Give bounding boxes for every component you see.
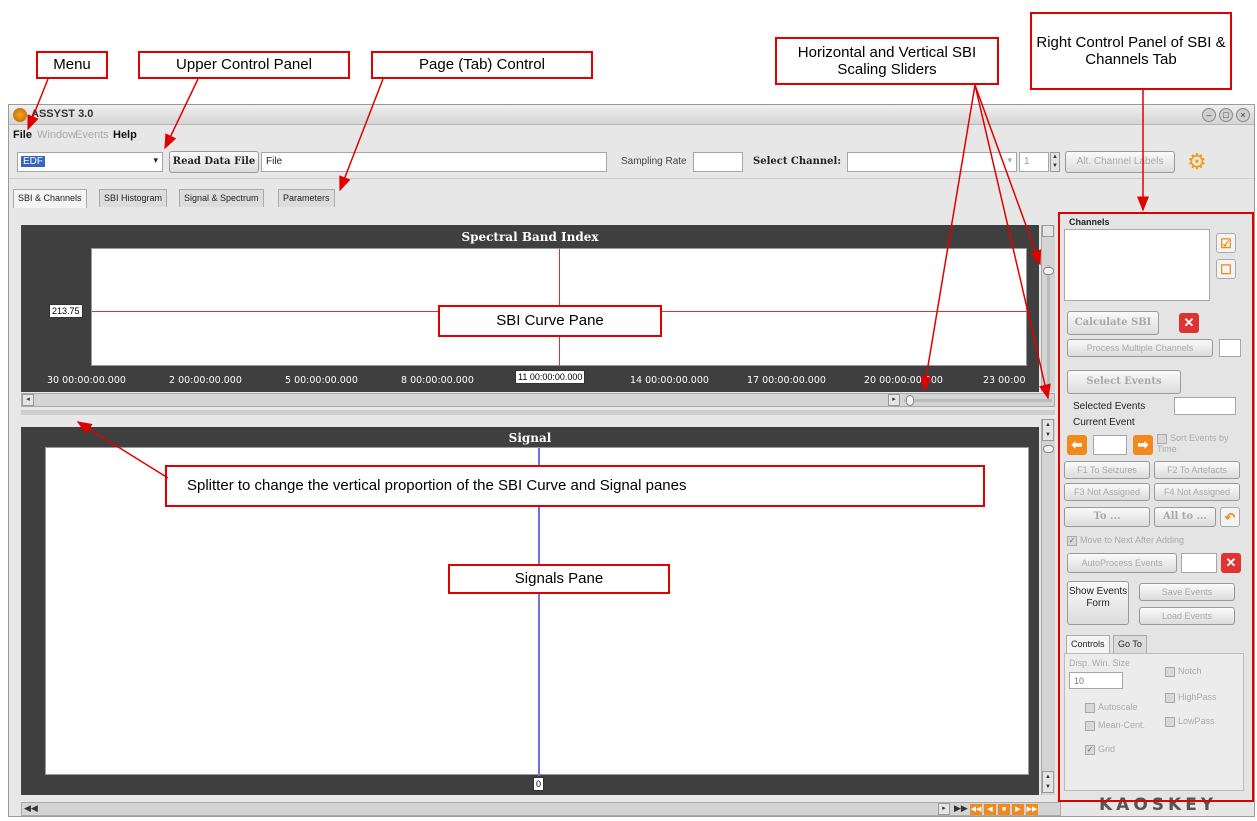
channel-stepper[interactable]: ▲ ▼	[1050, 152, 1060, 172]
channel-index-field[interactable]: 1	[1019, 152, 1049, 172]
stop-icon[interactable]: ■	[998, 804, 1010, 815]
slider-track	[1047, 265, 1050, 385]
menu-help[interactable]: Help	[113, 129, 137, 141]
scroll-left-icon[interactable]: ◂	[22, 394, 34, 406]
x-tick-label: 23 00:00	[983, 375, 1026, 386]
gear-icon[interactable]: ⚙	[1187, 151, 1207, 173]
read-data-file-button[interactable]: Read Data File	[169, 151, 259, 173]
chevron-down-icon: ▾	[153, 155, 158, 165]
first-event-icon[interactable]: ◀◀	[970, 804, 982, 815]
splitter-callout: Splitter to change the vertical proporti…	[165, 465, 985, 507]
slider-thumb[interactable]	[1043, 267, 1054, 275]
menu-file[interactable]: File	[13, 129, 32, 141]
bottom-navigation-bar[interactable]: ◀◀ ▸ ▶▶ ◀◀ ◀ ■ ▶ ▶▶	[21, 802, 1061, 816]
x-tick-label: 8 00:00:00.000	[401, 375, 474, 386]
scroll-right-icon[interactable]: ▸	[938, 803, 950, 815]
menu-window[interactable]: Window	[37, 129, 76, 141]
sbi-y-value: 213.75	[49, 304, 83, 318]
menu-callout: Menu	[36, 51, 108, 79]
pane-splitter[interactable]	[21, 410, 1055, 415]
sbi-x-value: 11 00:00:00.000	[515, 370, 586, 384]
fast-forward-icon[interactable]: ▶▶	[954, 803, 968, 814]
x-tick-label: 2 00:00:00.000	[169, 375, 242, 386]
x-tick-label: 30 00:00:00.000	[47, 375, 126, 386]
minimize-icon[interactable]: –	[1202, 108, 1216, 122]
scroll-up-icon[interactable]	[1042, 225, 1054, 237]
sbi-horizontal-scaling-slider[interactable]	[904, 399, 1052, 402]
x-tick-label: 5 00:00:00.000	[285, 375, 358, 386]
tab-sbi-channels[interactable]: SBI & Channels	[13, 189, 87, 208]
app-logo-icon	[13, 108, 27, 122]
next-event-icon[interactable]: ▶	[1012, 804, 1024, 815]
page-tab-control-callout: Page (Tab) Control	[371, 51, 593, 79]
signal-vertical-scrollbar[interactable]: ▲ ▼ ▲ ▼	[1041, 419, 1055, 795]
tab-sbi-histogram[interactable]: SBI Histogram	[99, 189, 168, 207]
window-title: ASSYST 3.0	[31, 108, 94, 120]
sampling-rate-field[interactable]	[693, 152, 743, 172]
file-path-field[interactable]: File	[261, 152, 607, 172]
channel-select[interactable]: ▾	[847, 152, 1017, 172]
tab-parameters[interactable]: Parameters	[278, 189, 335, 207]
x-tick-label: 20 00:00:00.000	[864, 375, 943, 386]
slider-thumb[interactable]	[906, 395, 914, 406]
format-value: EDF	[21, 156, 45, 167]
slider-thumb[interactable]	[1043, 445, 1054, 453]
right-panel-highlight	[1058, 212, 1254, 802]
title-bar: ASSYST 3.0 – □ ×	[9, 105, 1254, 125]
x-tick-label: 17 00:00:00.000	[747, 375, 826, 386]
scroll-right-icon[interactable]: ▸	[888, 394, 900, 406]
last-event-icon[interactable]: ▶▶	[1026, 804, 1038, 815]
upper-control-panel-callout: Upper Control Panel	[138, 51, 350, 79]
previous-event-icon[interactable]: ◀	[984, 804, 996, 815]
maximize-icon[interactable]: □	[1219, 108, 1233, 122]
select-channel-label: Select Channel:	[753, 156, 842, 167]
signal-stepper-down[interactable]: ▲ ▼	[1042, 771, 1054, 793]
signal-x-value: 0	[533, 777, 545, 791]
tab-signal-spectrum[interactable]: Signal & Spectrum	[179, 189, 264, 207]
signal-title: Signal	[508, 431, 552, 445]
upper-control-panel: EDF ▾ Read Data File File Sampling Rate …	[9, 145, 1254, 179]
close-icon[interactable]: ×	[1236, 108, 1250, 122]
menu-bar: File Window Events Help	[9, 126, 1254, 144]
sbi-horizontal-scrollbar[interactable]: ◂ ▸	[21, 393, 1055, 407]
signal-stepper-up[interactable]: ▲ ▼	[1042, 419, 1054, 441]
sliders-callout: Horizontal and Vertical SBI Scaling Slid…	[775, 37, 999, 85]
x-tick-label: 14 00:00:00.000	[630, 375, 709, 386]
sbi-vertical-scaling-slider[interactable]	[1041, 225, 1055, 392]
format-select[interactable]: EDF ▾	[17, 152, 163, 172]
chevron-down-icon: ▾	[1007, 155, 1012, 165]
alt-channel-labels-button[interactable]: Alt. Channel Labels	[1065, 151, 1175, 173]
sbi-curve-pane-callout: SBI Curve Pane	[438, 305, 662, 337]
sampling-rate-label: Sampling Rate	[621, 156, 687, 167]
signals-pane-callout: Signals Pane	[448, 564, 670, 594]
sbi-title: Spectral Band Index	[461, 230, 599, 244]
right-panel-callout: Right Control Panel of SBI & Channels Ta…	[1030, 12, 1232, 90]
menu-events[interactable]: Events	[75, 129, 109, 141]
rewind-icon[interactable]: ◀◀	[24, 803, 38, 814]
